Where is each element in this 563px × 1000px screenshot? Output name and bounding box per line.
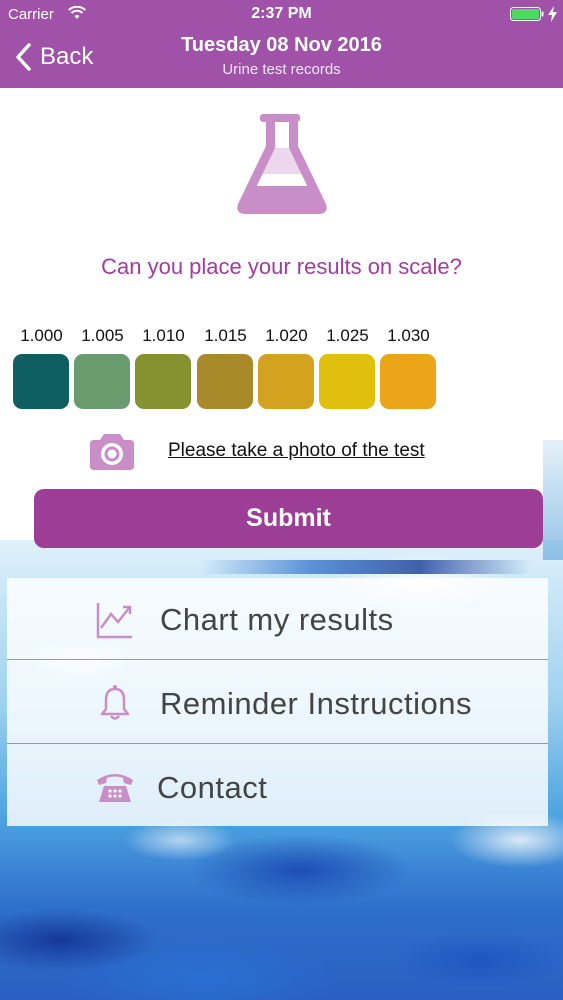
menu-item-label: Chart my results	[160, 602, 394, 637]
flask-icon	[237, 114, 327, 214]
scale-swatch[interactable]	[74, 354, 130, 409]
scale-swatch[interactable]	[319, 354, 375, 409]
scale-label: 1.010	[142, 326, 185, 345]
color-scale: 1.000 1.005 1.010 1.015 1.020 1.025 1.03…	[13, 324, 443, 414]
scale-item: 1.010	[135, 324, 191, 409]
clock: 2:37 PM	[251, 5, 312, 22]
menu-item-chart[interactable]: Chart my results	[7, 578, 548, 660]
bell-icon	[100, 685, 130, 720]
scale-swatch[interactable]	[258, 354, 314, 409]
scale-swatch[interactable]	[135, 354, 191, 409]
scale-item: 1.015	[197, 324, 253, 409]
top-bar: Carrier 2:37 PM Back Tuesday 08 Nov 2016…	[0, 0, 563, 88]
scale-item: 1.000	[13, 324, 69, 409]
scale-item: 1.030	[380, 324, 436, 409]
scale-item: 1.020	[258, 324, 314, 409]
chart-icon	[96, 603, 132, 639]
scale-label: 1.015	[204, 326, 247, 345]
menu-panel: Chart my results Reminder Instructions C…	[7, 578, 548, 826]
menu-item-reminder[interactable]: Reminder Instructions	[7, 662, 548, 744]
scale-swatch[interactable]	[13, 354, 69, 409]
background-edge	[543, 440, 563, 560]
scale-label: 1.025	[326, 326, 369, 345]
status-bar: Carrier 2:37 PM	[0, 0, 563, 28]
scale-question: Can you place your results on scale?	[101, 254, 462, 279]
take-photo-link[interactable]: Please take a photo of the test	[168, 440, 425, 462]
scale-label: 1.030	[387, 326, 430, 345]
menu-divider	[7, 659, 548, 660]
camera-icon[interactable]	[90, 432, 134, 470]
scale-label: 1.020	[265, 326, 308, 345]
menu-item-label: Reminder Instructions	[160, 686, 473, 721]
charging-icon	[548, 6, 557, 22]
page-title: Tuesday 08 Nov 2016	[181, 34, 382, 56]
menu-item-contact[interactable]: Contact	[7, 746, 548, 828]
scale-swatch[interactable]	[380, 354, 436, 409]
submit-button[interactable]: Submit	[34, 489, 543, 548]
background-streak	[200, 560, 530, 574]
menu-divider	[7, 743, 548, 744]
scale-label: 1.005	[81, 326, 124, 345]
scale-label: 1.000	[20, 326, 63, 345]
scale-swatch[interactable]	[197, 354, 253, 409]
battery-icon	[510, 7, 544, 21]
scale-item: 1.005	[74, 324, 130, 409]
phone-icon	[97, 774, 133, 802]
page-subtitle: Urine test records	[222, 61, 341, 78]
photo-row: Please take a photo of the test	[90, 432, 490, 472]
scale-item: 1.025	[319, 324, 375, 409]
menu-item-label: Contact	[157, 770, 268, 805]
